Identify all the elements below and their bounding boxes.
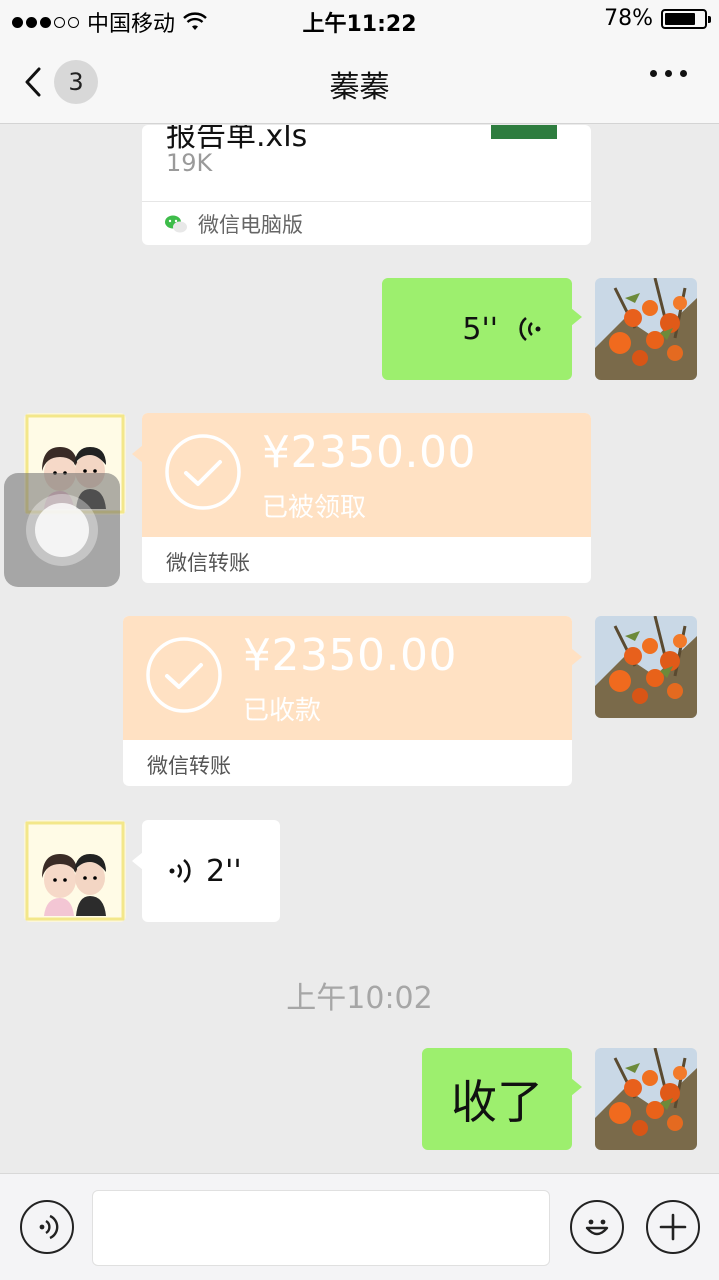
transfer-card-incoming[interactable]: ¥2350.00 已被领取 微信转账 xyxy=(132,413,591,583)
check-circle-icon xyxy=(165,434,241,510)
battery-percent: 78% xyxy=(604,6,653,31)
voice-wave-icon xyxy=(519,316,541,342)
voice-wave-icon xyxy=(169,858,191,884)
battery-status: 78% xyxy=(604,6,711,31)
more-functions-button[interactable] xyxy=(646,1200,700,1254)
more-dots-icon xyxy=(650,70,657,77)
nav-bar: 3 蓁蓁 xyxy=(0,40,719,124)
battery-icon xyxy=(661,8,711,29)
transfer-header: ¥2350.00 已被领取 xyxy=(142,413,591,537)
voice-input-button[interactable] xyxy=(20,1200,74,1254)
transfer-card-outgoing[interactable]: ¥2350.00 已收款 微信转账 xyxy=(123,616,582,786)
file-message-card[interactable]: 报告单.xls 19K 微信电脑版 xyxy=(142,125,591,245)
more-options-button[interactable] xyxy=(650,70,687,77)
my-avatar[interactable] xyxy=(595,278,697,380)
my-avatar[interactable] xyxy=(595,616,697,718)
file-size: 19K xyxy=(166,149,213,177)
excel-file-icon xyxy=(491,125,557,139)
text-message-outgoing[interactable]: 收了 xyxy=(422,1048,582,1150)
transfer-amount: ¥2350.00 xyxy=(243,630,457,681)
message-timestamp: 上午10:02 xyxy=(286,981,433,1016)
voice-message-incoming[interactable]: 2'' xyxy=(132,820,280,922)
transfer-label: 微信转账 xyxy=(147,754,231,778)
transfer-header: ¥2350.00 已收款 xyxy=(123,616,572,740)
message-text: 收了 xyxy=(451,1075,543,1129)
plus-icon xyxy=(659,1213,687,1241)
status-bar: 中国移动 上午11:22 78% xyxy=(0,0,719,40)
input-bar xyxy=(0,1173,719,1280)
persimmon-photo xyxy=(595,1048,697,1150)
my-avatar[interactable] xyxy=(595,1048,697,1150)
message-list[interactable]: 报告单.xls 19K 微信电脑版 5'' ¥2350.00 已被领取 微信转账… xyxy=(0,125,719,1173)
emoji-button[interactable] xyxy=(570,1200,624,1254)
persimmon-photo xyxy=(595,616,697,718)
voice-duration: 2'' xyxy=(206,853,242,889)
check-circle-icon xyxy=(146,637,222,713)
file-source-footer: 微信电脑版 xyxy=(142,201,591,245)
transfer-status: 已被领取 xyxy=(262,493,367,523)
cartoon-couple-avatar xyxy=(24,820,126,922)
transfer-amount: ¥2350.00 xyxy=(262,427,476,478)
persimmon-photo xyxy=(595,278,697,380)
voice-wave-icon xyxy=(39,1214,59,1240)
file-source-text: 微信电脑版 xyxy=(198,212,303,237)
contact-avatar[interactable] xyxy=(24,820,126,922)
voice-message-outgoing[interactable]: 5'' xyxy=(382,278,582,380)
assistive-touch-icon xyxy=(26,494,98,566)
wechat-icon xyxy=(165,215,187,232)
smiley-icon xyxy=(585,1219,609,1236)
message-input[interactable] xyxy=(92,1190,550,1266)
chat-title: 蓁蓁 xyxy=(329,70,390,105)
assistive-touch-button[interactable] xyxy=(4,473,120,587)
battery-fill xyxy=(665,12,695,25)
voice-duration: 5'' xyxy=(462,311,498,347)
transfer-label: 微信转账 xyxy=(166,551,250,575)
transfer-status: 已收款 xyxy=(243,696,322,726)
